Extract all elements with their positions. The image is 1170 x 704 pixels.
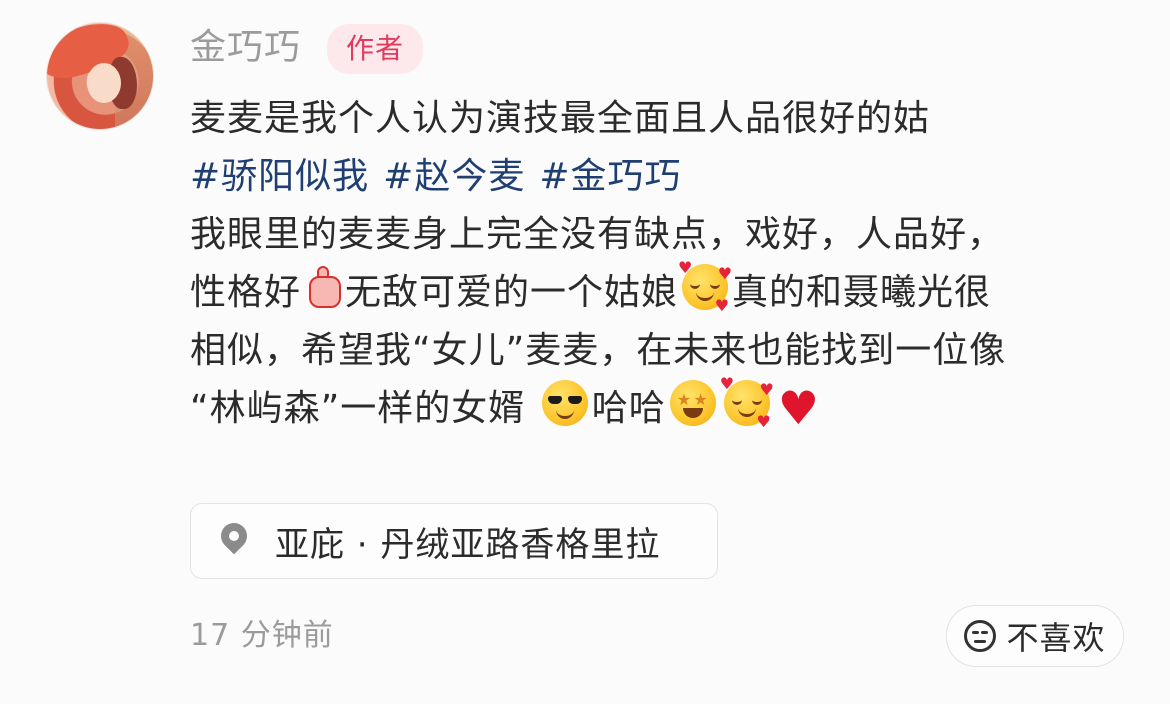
dislike-button[interactable]: 不喜欢 bbox=[946, 605, 1124, 667]
content-text: 相似，希望我“女儿”麦麦，在未来也能找到一位像 bbox=[190, 330, 1007, 371]
neutral-face-icon bbox=[964, 620, 997, 652]
content-text: 麦麦是我个人认为演技最全面且人品很好的姑 bbox=[190, 98, 931, 139]
content-line: 麦麦是我个人认为演技最全面且人品很好的姑 bbox=[190, 90, 1140, 148]
content-text: “林屿森”一样的女婿 bbox=[190, 388, 526, 429]
content-text: 我眼里的麦麦身上完全没有缺点，戏好，人品好， bbox=[190, 214, 1005, 255]
post-content: 麦麦是我个人认为演技最全面且人品很好的姑 #骄阳似我 #赵今麦 #金巧巧 我眼里的麦… bbox=[190, 90, 1140, 438]
smiling-face-with-hearts-emoji: ♥ ♥ ♥ bbox=[719, 374, 775, 431]
location-chip[interactable]: 亚庇 · 丹绒亚路香格里拉 bbox=[190, 503, 718, 579]
content-line: 相似，希望我“女儿”麦麦，在未来也能找到一位像 bbox=[190, 322, 1140, 380]
red-heart-emoji: ♥ bbox=[777, 381, 821, 435]
content-text: 哈哈 bbox=[591, 388, 666, 429]
hashtag-jiaoyang[interactable]: #骄阳似我 bbox=[190, 156, 369, 197]
location-pin-icon bbox=[213, 517, 253, 561]
hashtag-jinqiaoqiao[interactable]: #金巧巧 bbox=[539, 156, 681, 197]
content-text: 性格好 bbox=[190, 272, 302, 313]
sunglasses-emoji bbox=[541, 380, 588, 426]
avatar-face bbox=[87, 63, 121, 103]
post-timestamp: 17 分钟前 bbox=[190, 618, 334, 653]
content-line: 性格好 无敌可爱的一个姑娘 ♥ ♥ ♥ 真的和聂曦光很 bbox=[190, 258, 1140, 322]
content-line: “林屿森”一样的女婿 哈哈 ★ ★ ♥ ♥ ♥ ♥ bbox=[190, 374, 1140, 438]
dislike-label: 不喜欢 bbox=[1006, 619, 1106, 657]
thumbs-up-emoji bbox=[303, 264, 343, 310]
hashtag-line: #骄阳似我 #赵今麦 #金巧巧 bbox=[190, 148, 1140, 206]
content-line: 我眼里的麦麦身上完全没有缺点，戏好，人品好， bbox=[190, 206, 1140, 264]
location-label: 亚庇 · 丹绒亚路香格里拉 bbox=[275, 524, 661, 565]
avatar[interactable] bbox=[46, 22, 154, 130]
username[interactable]: 金巧巧 bbox=[190, 22, 301, 74]
smiling-face-with-hearts-emoji: ♥ ♥ ♥ bbox=[678, 258, 734, 315]
hashtag-zhaojinmai[interactable]: #赵今麦 bbox=[383, 156, 525, 197]
content-text: 真的和聂曦光很 bbox=[732, 272, 992, 313]
author-badge: 作者 bbox=[327, 24, 423, 74]
star-struck-emoji: ★ ★ bbox=[669, 380, 716, 426]
content-text: 无敌可爱的一个姑娘 bbox=[345, 272, 679, 313]
